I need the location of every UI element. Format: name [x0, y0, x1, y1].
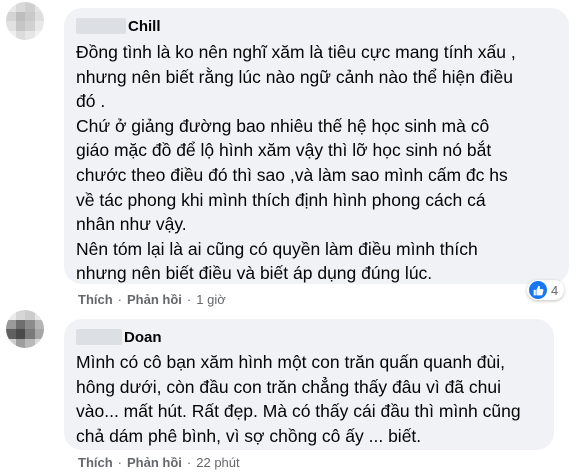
like-button[interactable]: Thích — [78, 455, 113, 470]
author-row: Doan — [76, 328, 162, 346]
author-row: Chill — [76, 17, 161, 35]
reaction-summary[interactable]: 4 — [527, 280, 565, 300]
redacted-name — [76, 329, 122, 345]
comment-text: Đồng tình là ko nên nghĩ xăm là tiêu cực… — [76, 42, 516, 284]
comment-text: Mình có cô bạn xăm hình một con trăn quấ… — [76, 352, 521, 446]
separator: · — [186, 292, 192, 307]
comment-bubble: Chill Đồng tình là ko nên nghĩ xăm là ti… — [64, 8, 569, 284]
like-button[interactable]: Thích — [78, 292, 113, 307]
avatar[interactable] — [6, 2, 44, 40]
reply-button[interactable]: Phản hồi — [127, 292, 182, 307]
comment-bubble: Doan Mình có cô bạn xăm hình một con tră… — [64, 319, 554, 450]
timestamp[interactable]: 22 phút — [196, 455, 239, 470]
timestamp[interactable]: 1 giờ — [196, 292, 226, 307]
like-icon — [529, 281, 547, 299]
separator: · — [117, 292, 123, 307]
separator: · — [186, 455, 192, 470]
reaction-count: 4 — [551, 282, 559, 298]
reply-button[interactable]: Phản hồi — [127, 455, 182, 470]
author-name[interactable]: Doan — [124, 329, 162, 346]
avatar[interactable] — [6, 310, 44, 348]
separator: · — [117, 455, 123, 470]
redacted-name — [76, 18, 126, 34]
comment-actions: Thích · Phản hồi · 1 giờ — [78, 292, 226, 307]
comment-actions: Thích · Phản hồi · 22 phút — [78, 455, 240, 470]
author-name[interactable]: Chill — [128, 18, 161, 35]
